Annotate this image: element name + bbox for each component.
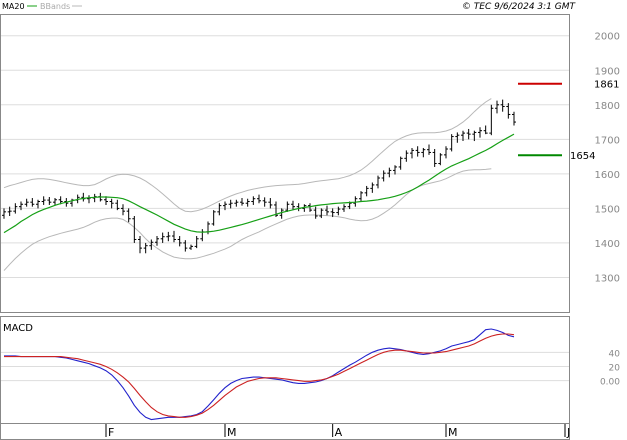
x-tick-label: A	[335, 426, 343, 439]
macd-y-tick-label: 0.00	[600, 378, 620, 388]
price-y-tick-label: 2000	[595, 32, 620, 43]
macd-y-tick-label: 20	[609, 363, 621, 373]
level-label: 1861	[594, 80, 619, 91]
macd-y-tick-label: 40	[609, 349, 621, 359]
x-tick-label: M	[227, 426, 237, 439]
source-timestamp: © TEC 9/6/2024 3:1 GMT	[462, 2, 577, 12]
macd-y-axis: 0.00 20 40	[600, 349, 620, 387]
x-tick-label: M	[448, 426, 458, 439]
x-tick-label: J	[566, 426, 570, 439]
chart-root: 18611654 1300140015001600170018001900200…	[0, 2, 620, 440]
price-y-tick-label: 1500	[595, 204, 620, 215]
x-tick-label: F	[108, 426, 114, 439]
legend-bbands-label: BBands	[40, 2, 70, 11]
macd-panel-title: MACD	[3, 323, 33, 334]
price-panel-frame	[0, 14, 570, 313]
legend: MA20 BBands	[2, 2, 82, 11]
price-y-tick-label: 1600	[595, 170, 620, 181]
price-y-tick-label: 1800	[595, 101, 620, 112]
macd-panel-frame	[0, 316, 570, 424]
time-axis-frame	[0, 423, 570, 440]
legend-ma20-label: MA20	[2, 2, 25, 11]
price-y-tick-label: 1400	[595, 239, 620, 250]
level-label: 1654	[570, 151, 595, 162]
price-y-tick-label: 1900	[595, 66, 620, 77]
price-y-tick-label: 1300	[595, 273, 620, 284]
price-y-tick-label: 1700	[595, 135, 620, 146]
price-y-axis: 1300 1400 1500 1600 1700 1800 1900 2000	[595, 32, 620, 285]
